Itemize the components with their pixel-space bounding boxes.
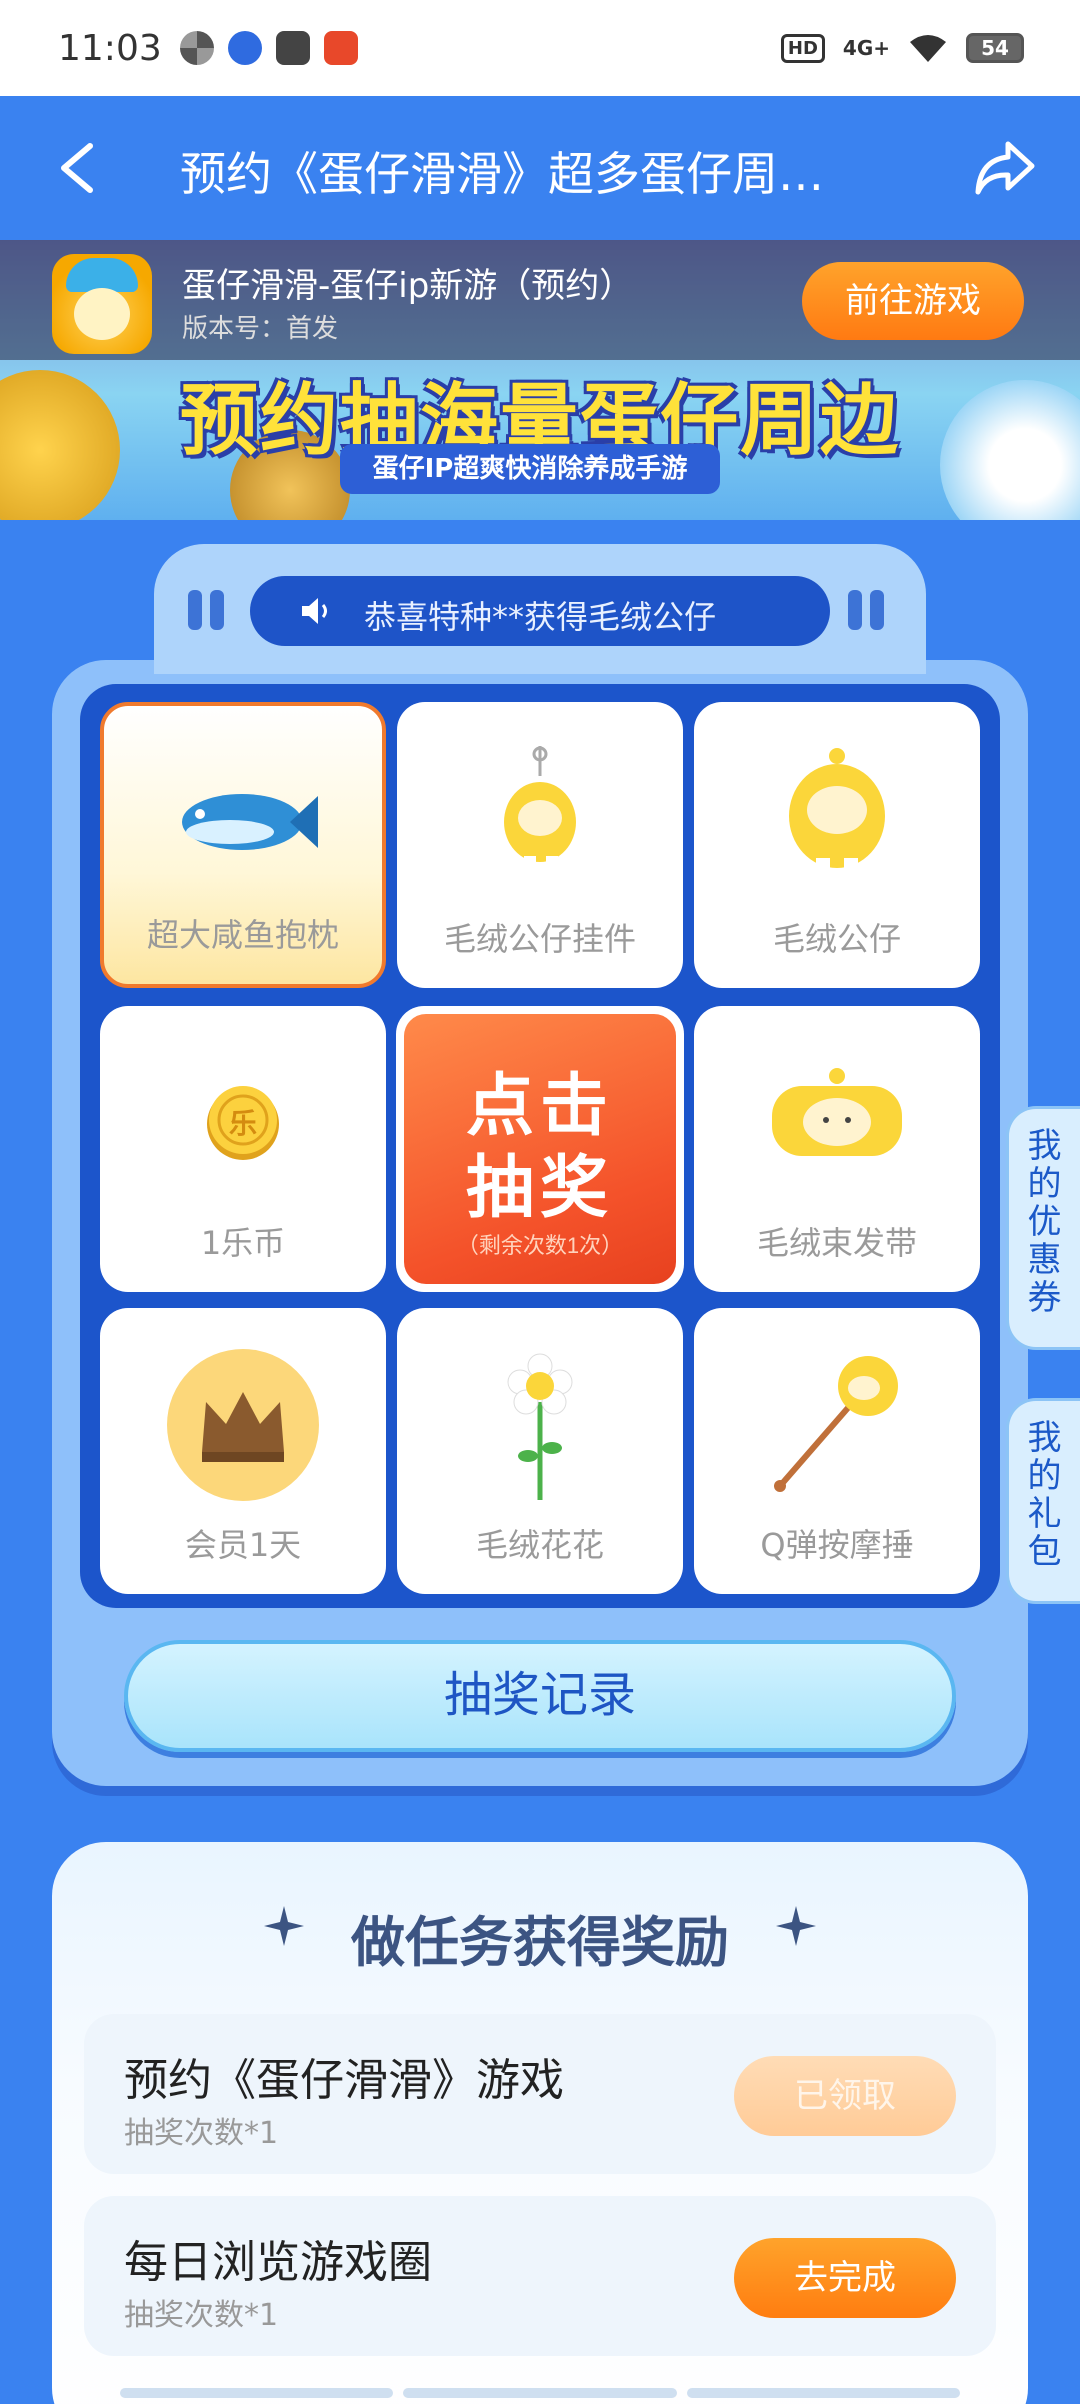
task-reward: 抽奖次数*1 — [124, 2116, 279, 2151]
next-task-row-edge — [120, 2388, 960, 2398]
tab-char: 我 — [1027, 1418, 1062, 1458]
prize-label: 1乐币 — [200, 1224, 286, 1262]
tab-char: 我 — [1027, 1126, 1062, 1166]
task-row: 每日浏览游戏圈 抽奖次数*1 去完成 — [84, 2196, 996, 2356]
tab-char: 的 — [1027, 1164, 1062, 1204]
status-time: 11:03 — [58, 27, 162, 69]
prize-cell: Q弹按摩捶 — [694, 1308, 980, 1594]
pause-decoration-icon — [188, 590, 232, 630]
sparkle-icon — [776, 1906, 816, 1946]
app-badge-icon — [323, 31, 358, 65]
task-claimed-button[interactable]: 已领取 — [734, 2056, 956, 2136]
draw-remaining-count: （剩余次数1次） — [456, 1233, 624, 1258]
wifi-icon — [910, 35, 946, 62]
battery-icon: 54 — [966, 33, 1024, 63]
crown-icon — [167, 1349, 319, 1501]
task-reward: 抽奖次数*1 — [124, 2298, 279, 2333]
task-row: 预约《蛋仔滑滑》游戏 抽奖次数*1 已领取 — [84, 2014, 996, 2174]
prize-label: 会员1天 — [184, 1526, 302, 1564]
my-gifts-tab[interactable]: 我 的 礼 包 — [1006, 1398, 1080, 1604]
prize-cell: 毛绒公仔 — [694, 702, 980, 988]
paw-icon — [227, 31, 262, 65]
task-complete-button[interactable]: 去完成 — [734, 2238, 956, 2318]
promo-banner: 蛋仔滑滑-蛋仔ip新游（预约） 版本号：首发 前往游戏 预约抽海量蛋仔周边 蛋仔… — [0, 240, 1080, 520]
tab-char: 惠 — [1027, 1240, 1062, 1280]
draw-button-line2: 抽奖 — [465, 1150, 614, 1226]
task-panel: 做任务获得奖励 预约《蛋仔滑滑》游戏 抽奖次数*1 已领取 每日浏览游戏圈 抽奖… — [52, 1842, 1028, 2404]
game-version: 版本号：首发 — [182, 314, 339, 344]
tab-char: 包 — [1027, 1532, 1062, 1572]
task-name: 每日浏览游戏圈 — [124, 2237, 432, 2288]
game-app-icon[interactable] — [52, 254, 152, 354]
tab-char: 的 — [1027, 1456, 1062, 1496]
prize-label: 毛绒花花 — [475, 1526, 604, 1564]
title-bar: 预约《蛋仔滑滑》超多蛋仔周… — [0, 96, 1080, 240]
prize-cell: 毛绒束发带 — [694, 1006, 980, 1292]
fish-pillow-icon — [182, 794, 318, 850]
hd-icon: HD — [780, 33, 825, 63]
play-icon — [275, 31, 310, 65]
task-name: 预约《蛋仔滑滑》游戏 — [124, 2055, 564, 2106]
prize-label: Q弹按摩捶 — [760, 1526, 914, 1564]
prize-cell: 乐 1乐币 — [100, 1006, 386, 1292]
massage-hammer-icon — [774, 1356, 898, 1492]
prize-cell: 会员1天 — [100, 1308, 386, 1594]
go-to-game-button[interactable]: 前往游戏 — [802, 262, 1024, 340]
plush-doll-icon — [789, 748, 885, 872]
winner-notice-text: 恭喜特种**获得毛绒公仔 — [363, 598, 716, 636]
my-coupons-tab[interactable]: 我 的 优 惠 券 — [1006, 1106, 1080, 1350]
plush-keychain-icon — [504, 746, 576, 870]
flower-icon — [507, 1353, 573, 1500]
tab-char: 券 — [1027, 1278, 1062, 1318]
pinwheel-icon — [179, 31, 214, 65]
lottery-record-button[interactable]: 抽奖记录 — [124, 1640, 956, 1752]
signal-icon: 4G+ — [842, 36, 890, 60]
prize-label: 毛绒公仔挂件 — [443, 920, 636, 958]
notification-icons — [179, 31, 358, 65]
page-title: 预约《蛋仔滑滑》超多蛋仔周… — [180, 147, 824, 201]
tab-char: 优 — [1027, 1202, 1062, 1242]
prize-cell: 超大咸鱼抱枕 — [100, 702, 386, 988]
prize-label: 毛绒公仔 — [772, 920, 901, 958]
back-arrow-icon[interactable] — [54, 142, 102, 194]
game-name: 蛋仔滑滑-蛋仔ip新游（预约） — [182, 266, 634, 306]
headband-icon — [772, 1068, 902, 1156]
status-bar: 11:03 HD 4G+ 54 — [0, 0, 1080, 96]
prize-cell: 毛绒花花 — [397, 1308, 683, 1594]
prize-cell: 毛绒公仔挂件 — [397, 702, 683, 988]
pause-decoration-icon — [848, 590, 892, 630]
prize-label: 毛绒束发带 — [756, 1224, 917, 1262]
tab-char: 礼 — [1027, 1494, 1062, 1534]
prize-label: 超大咸鱼抱枕 — [146, 916, 339, 954]
share-icon[interactable] — [974, 138, 1036, 196]
winner-notice-bar: 恭喜特种**获得毛绒公仔 — [250, 576, 830, 646]
task-section-title: 做任务获得奖励 — [351, 1911, 729, 1974]
banner-subtitle: 蛋仔IP超爽快消除养成手游 — [340, 444, 720, 494]
coin-glyph: 乐 — [228, 1107, 257, 1140]
draw-lottery-button[interactable]: 点击 抽奖 （剩余次数1次） — [396, 1006, 684, 1292]
